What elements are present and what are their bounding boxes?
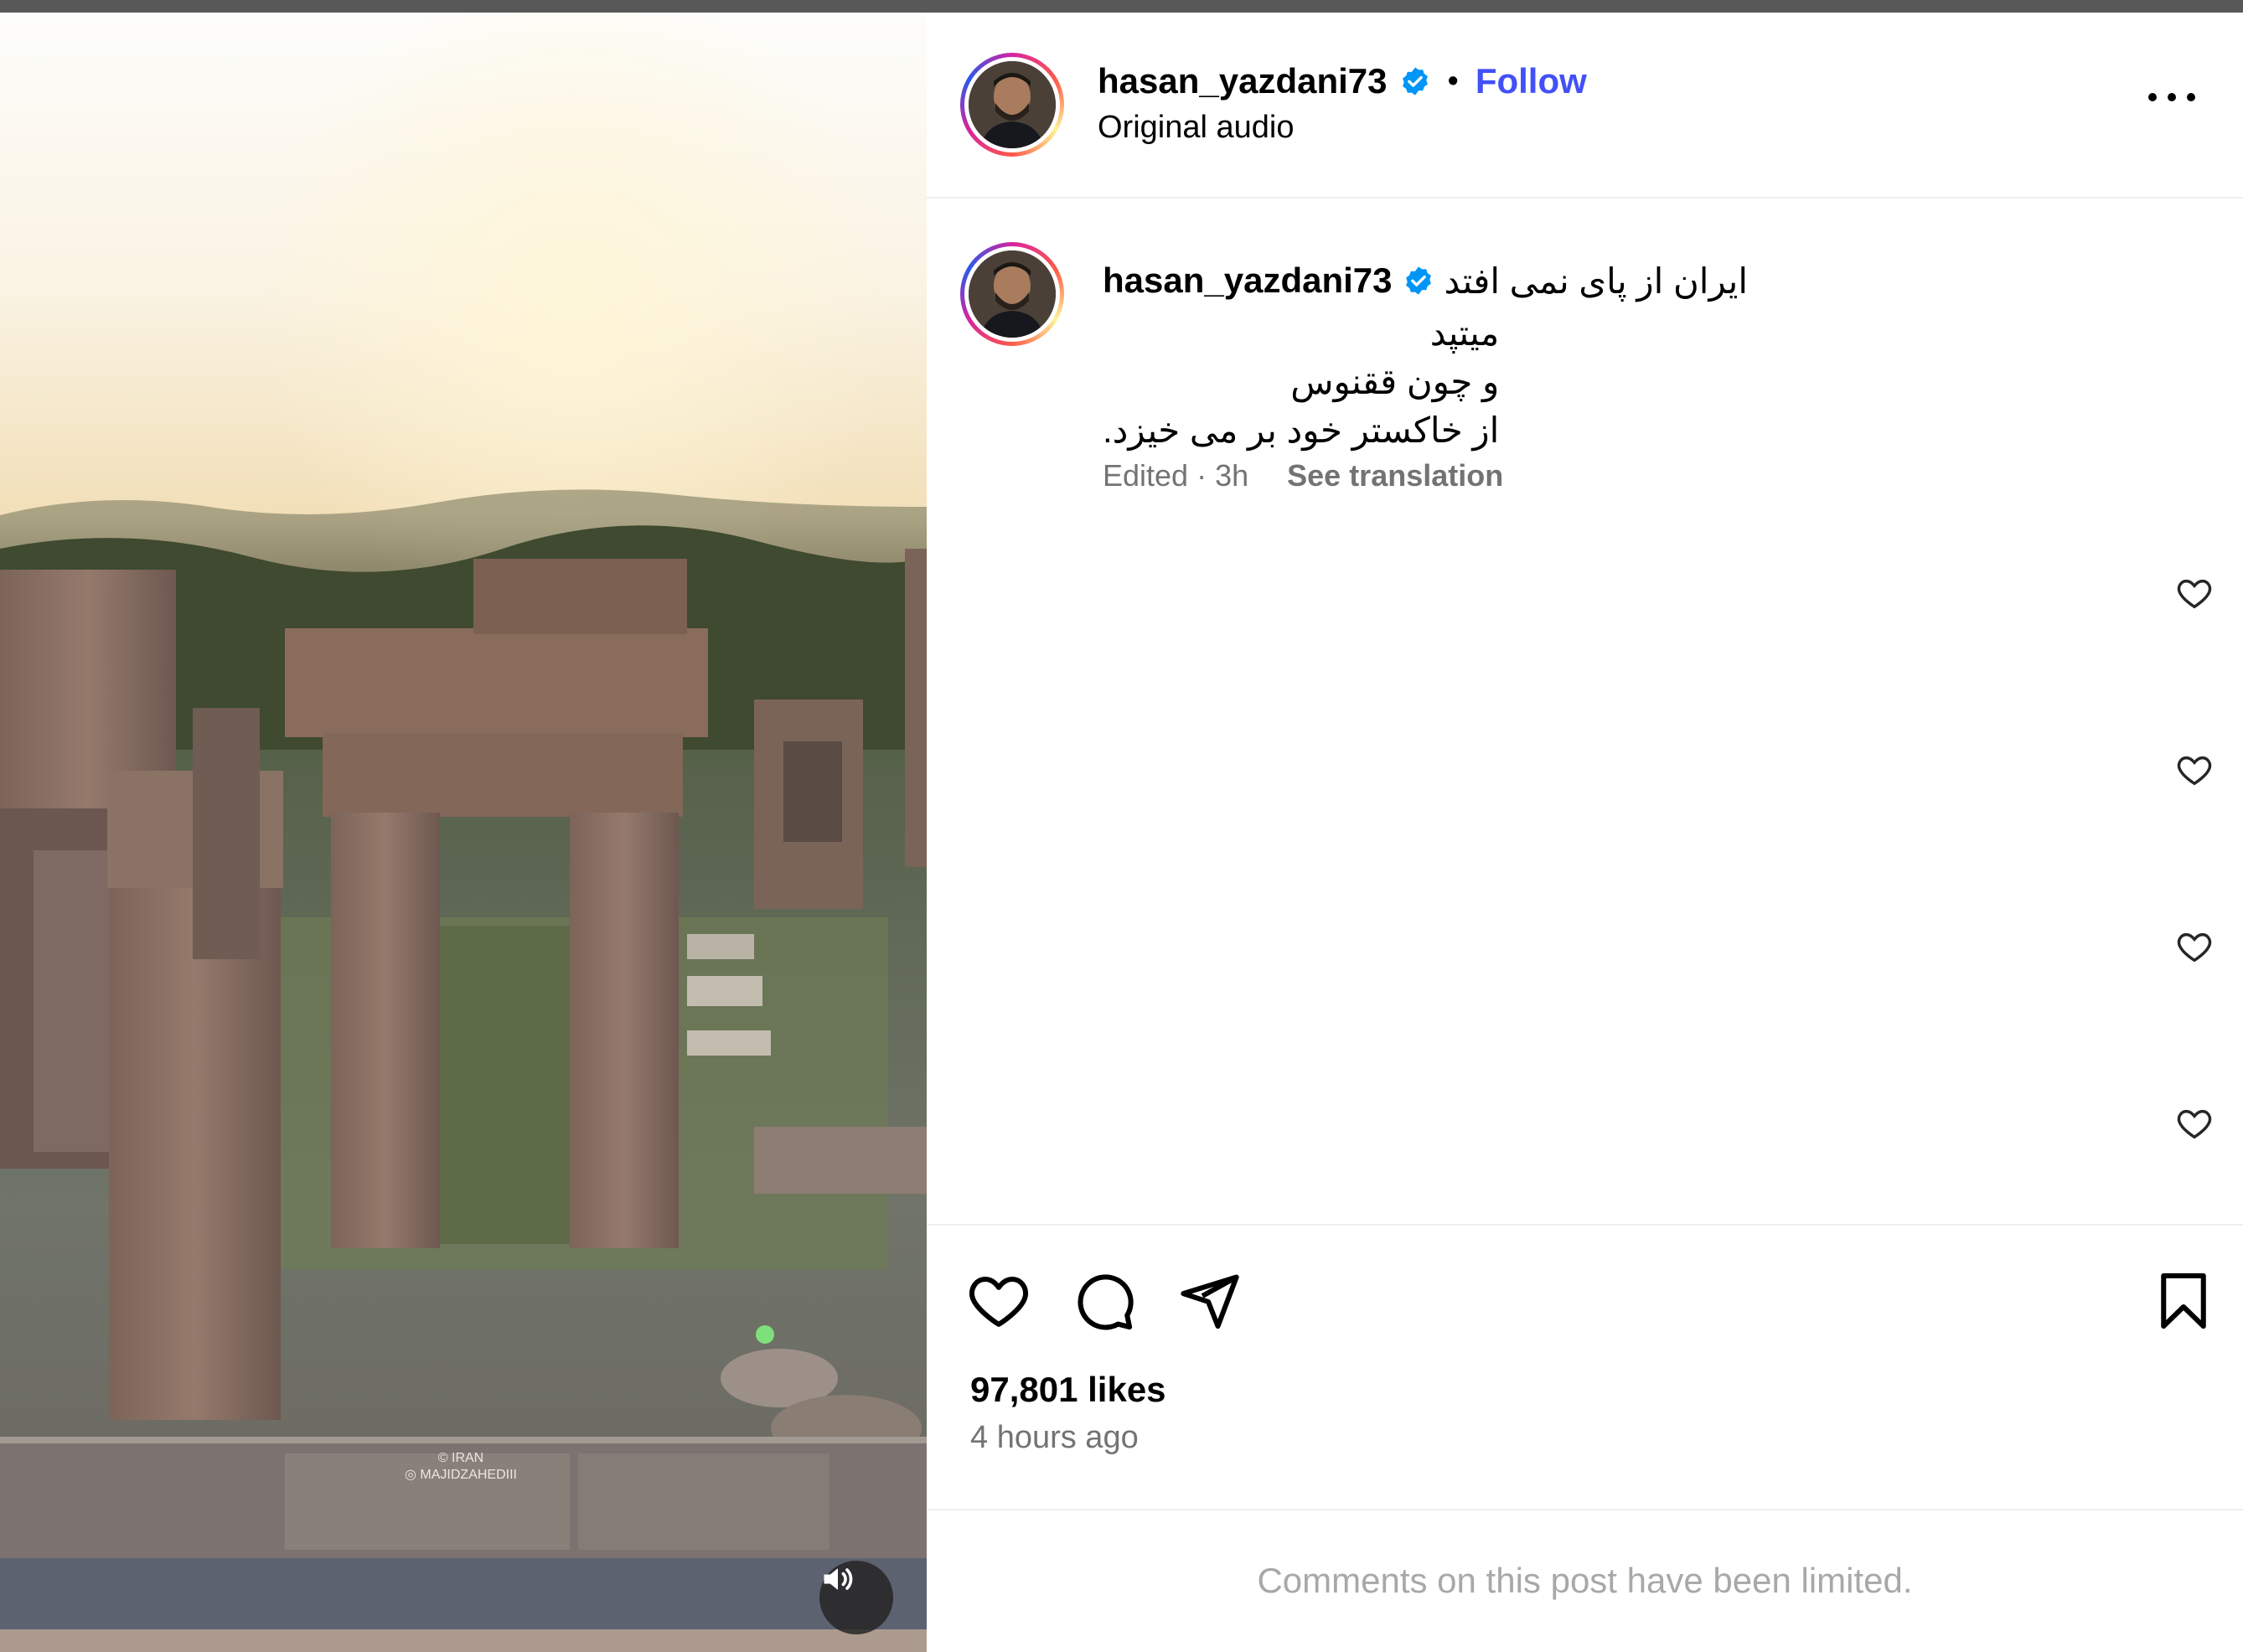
caption-avatar[interactable] [960, 242, 1064, 346]
avatar-image [969, 250, 1056, 338]
speaker-volume-icon [824, 1568, 853, 1590]
bookmark-save-icon[interactable] [2152, 1269, 2215, 1333]
share-send-icon[interactable] [1178, 1269, 1242, 1333]
section-divider [1899, 1224, 2243, 1226]
section-divider [927, 1224, 1899, 1226]
comment-like-heart-icon[interactable] [2175, 927, 2214, 966]
likes-count[interactable]: 97,801 likes [970, 1370, 1166, 1410]
post-header: hasan_yazdani73 • Follow Original audio [927, 13, 2243, 199]
caption-username-link[interactable]: hasan_yazdani73 [1103, 261, 1393, 301]
see-translation-button[interactable]: See translation [1287, 458, 1503, 493]
media-watermark: © IRAN ◎ MAJIDZAHEDIII [405, 1451, 517, 1482]
verified-badge-icon [1405, 266, 1431, 295]
separator-dot: • [1447, 63, 1459, 99]
caption-text-line-4: از خاکستر خود بر می خیزد. [1103, 410, 1500, 450]
caption-text-line-3: و چون ققنوس [1290, 362, 1500, 401]
post-action-bar [927, 1261, 2243, 1336]
post-details-panel: hasan_yazdani73 • Follow Original audio [927, 13, 2243, 1652]
follow-button[interactable]: Follow [1476, 61, 1587, 101]
ruins-scene-image [0, 13, 927, 1652]
caption-text-line-1: ایران از پای نمی افتد [1444, 261, 1748, 301]
window-top-bar [0, 0, 2243, 13]
comment-like-heart-icon[interactable] [2175, 751, 2214, 789]
comment-bubble-icon[interactable] [1072, 1269, 1136, 1333]
more-options-icon[interactable] [2148, 85, 2195, 110]
header-user-row: hasan_yazdani73 • Follow [1098, 56, 1587, 106]
comments-limited-notice: Comments on this post have been limited. [1257, 1561, 1913, 1600]
watermark-line-1: IRAN [452, 1451, 484, 1465]
comment-like-heart-icon[interactable] [2175, 574, 2214, 612]
caption-text-body: میتپد و چون ققنوس از خاکستر خود بر می خی… [1103, 309, 1499, 455]
comment-like-heart-icon[interactable] [2175, 1104, 2214, 1143]
caption-text-line-2: میتپد [1429, 313, 1500, 353]
verified-badge-icon [1402, 67, 1428, 96]
section-divider [927, 1509, 2243, 1510]
author-avatar[interactable] [960, 53, 1064, 157]
caption-first-line: hasan_yazdani73 ایران از پای نمی افتد [1103, 256, 1748, 306]
post-timestamp[interactable]: 4 hours ago [970, 1420, 1139, 1456]
edited-timestamp: Edited · 3h [1103, 458, 1249, 493]
avatar-image [969, 61, 1056, 148]
mute-toggle-button[interactable] [819, 1561, 893, 1634]
post-media-video[interactable]: © IRAN ◎ MAJIDZAHEDIII [0, 13, 927, 1652]
watermark-line-2: MAJIDZAHEDIII [420, 1468, 517, 1482]
original-audio-link[interactable]: Original audio [1098, 110, 1294, 146]
like-heart-icon[interactable] [967, 1269, 1031, 1333]
caption-meta: Edited · 3h See translation [1103, 458, 1503, 493]
author-username-link[interactable]: hasan_yazdani73 [1098, 61, 1388, 101]
